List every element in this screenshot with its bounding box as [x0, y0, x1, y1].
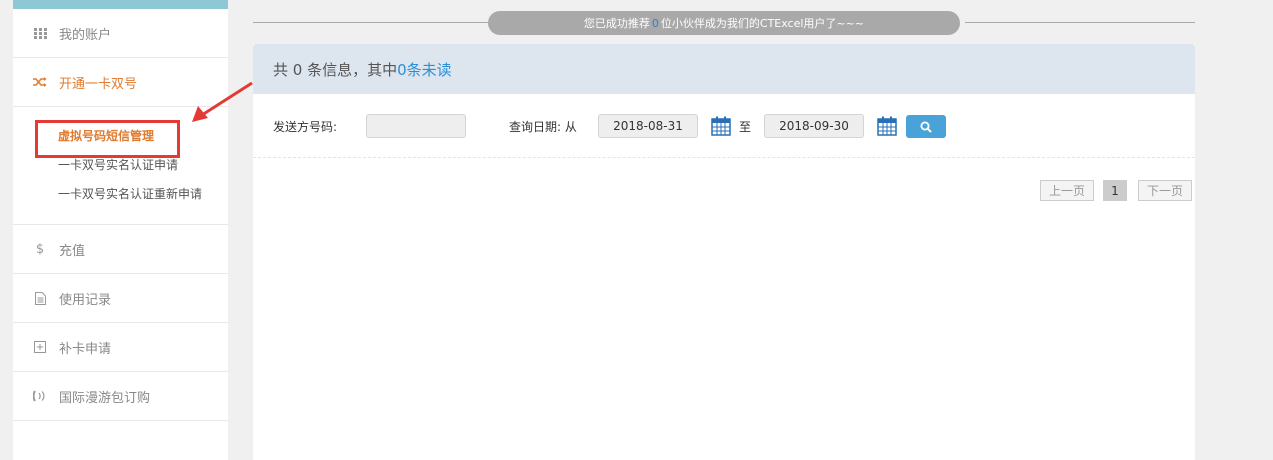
sender-label: 发送方号码: [273, 120, 338, 134]
referral-count: 0 [651, 16, 659, 30]
sidebar-item-roaming-package[interactable]: 国际漫游包订购 [13, 372, 228, 421]
sidebar-item-usage-records[interactable]: 使用记录 [13, 274, 228, 323]
sidebar-item-my-account[interactable]: 我的账户 [13, 9, 228, 58]
sidebar-item-recharge[interactable]: $ 充值 [13, 225, 228, 274]
sidebar-item-label: 我的账户 [59, 27, 112, 43]
referral-banner: 您已成功推荐 0 位小伙伴成为我们的CTExcel用户了~~~ [488, 11, 960, 35]
highlight-box [35, 120, 180, 158]
banner-suffix: 位小伙伴成为我们的CTExcel用户了~~~ [660, 17, 865, 30]
message-count-text: 共 0 条信息，其中 [273, 60, 398, 79]
document-icon [33, 291, 47, 305]
prev-page-button[interactable]: 上一页 [1040, 180, 1094, 201]
sidebar-item-label: 开通一卡双号 [59, 76, 138, 92]
sidebar-item-label: 国际漫游包订购 [59, 390, 151, 406]
sidebar: 我的账户 开通一卡双号 虚拟号码短信管理 一卡双号实名认证申请 一卡双号实名认证… [13, 0, 228, 460]
page-number-current[interactable]: 1 [1103, 180, 1127, 201]
search-icon [920, 121, 932, 133]
annotation-arrow [192, 81, 253, 122]
sidebar-item-card-replacement[interactable]: 补卡申请 [13, 323, 228, 372]
sidebar-top-bar [13, 0, 228, 9]
banner-prefix: 您已成功推荐 [583, 17, 650, 30]
phone-signal-icon [33, 390, 47, 402]
sidebar-item-label: 使用记录 [59, 292, 112, 308]
sender-number-input[interactable] [366, 114, 466, 138]
message-panel: 共 0 条信息，其中 0条未读 发送方号码: 查询日期: 从 2018-08-3… [253, 44, 1195, 460]
shuffle-icon [33, 76, 47, 88]
panel-header: 共 0 条信息，其中 0条未读 [253, 44, 1195, 94]
filter-bar: 发送方号码: 查询日期: 从 2018-08-31 至 2018-09-30 [253, 94, 1195, 158]
next-page-button[interactable]: 下一页 [1138, 180, 1192, 201]
dollar-icon: $ [35, 241, 45, 257]
plus-square-icon [33, 341, 47, 353]
search-button[interactable] [906, 115, 946, 138]
banner-divider-left [253, 22, 488, 23]
subitem-realname-reapply[interactable]: 一卡双号实名认证重新申请 [13, 179, 228, 208]
date-to-label: 至 [739, 120, 752, 134]
date-from-input[interactable]: 2018-08-31 [598, 114, 698, 138]
date-range-label: 查询日期: 从 [509, 120, 577, 134]
grid-icon [33, 27, 47, 39]
unread-count-link[interactable]: 0条未读 [397, 59, 452, 80]
calendar-icon[interactable] [877, 116, 897, 136]
calendar-icon[interactable] [711, 116, 731, 136]
date-to-input[interactable]: 2018-09-30 [764, 114, 864, 138]
sidebar-item-label: 充值 [59, 243, 86, 259]
sidebar-item-label: 补卡申请 [59, 341, 112, 357]
banner-divider-right [965, 22, 1195, 23]
